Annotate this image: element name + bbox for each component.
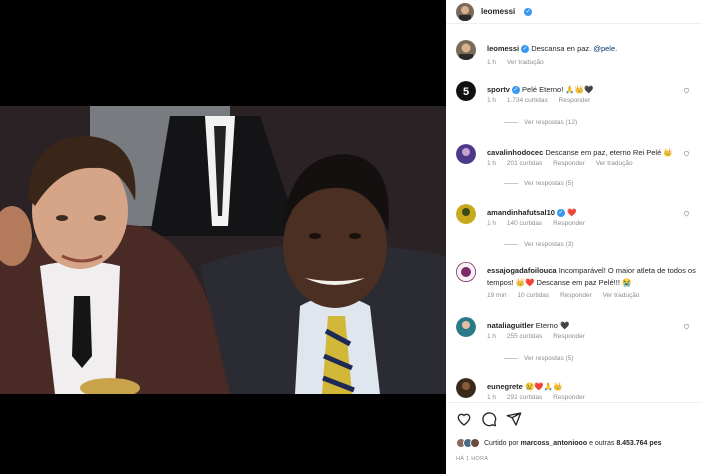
commenter-avatar[interactable] — [456, 204, 476, 224]
commenter-username[interactable]: sportv — [487, 85, 510, 94]
likes-summary[interactable]: Curtido por marcoss_antoniooo e outras 8… — [456, 436, 661, 450]
likes-count[interactable]: 201 curtidas — [507, 160, 542, 167]
reply-button[interactable]: Responder — [553, 220, 585, 227]
reply-button[interactable]: Responder — [559, 97, 591, 104]
commenter-username[interactable]: cavalinhodocec — [487, 148, 543, 157]
caption-username[interactable]: leomessi — [487, 44, 519, 53]
reply-button[interactable]: Responder — [553, 333, 585, 340]
verified-icon: ✓ — [521, 45, 530, 54]
comment-meta: 1 h 255 curtidas Responder — [487, 333, 585, 340]
comment-icon[interactable] — [481, 411, 497, 427]
translate-link[interactable]: Ver tradução — [507, 59, 544, 66]
commenter-avatar[interactable]: 5 — [456, 81, 476, 101]
liker-username[interactable]: marcoss_antoniooo — [521, 440, 588, 447]
comment-text: Incomparável! O maior atleta de todos os — [558, 266, 696, 275]
likes-count[interactable]: 1.734 curtidas — [507, 97, 548, 104]
view-replies[interactable]: Ver respostas (5) — [504, 180, 574, 187]
verified-icon: ✓ — [556, 209, 565, 218]
comment-like-icon[interactable] — [683, 210, 690, 217]
post-sidebar: leomessi ✓ leomessi ✓ Descansa en paz. @p… — [446, 0, 702, 474]
comment-like-icon[interactable] — [683, 150, 690, 157]
comment-like-icon[interactable] — [683, 87, 690, 94]
comment-like-icon[interactable] — [683, 323, 690, 330]
post-header: leomessi ✓ — [446, 0, 702, 24]
likes-count[interactable]: 10 curtidas — [517, 292, 549, 299]
heart-icon[interactable] — [456, 411, 472, 427]
comment-meta: 19 min 10 curtidas Responder Ver traduçã… — [487, 292, 640, 299]
commenter-username[interactable]: nataliaguitler — [487, 321, 534, 330]
post-timestamp: HÁ 1 HORA — [456, 456, 489, 462]
view-replies[interactable]: Ver respostas (3) — [504, 241, 574, 248]
likes-count[interactable]: 140 curtidas — [507, 220, 542, 227]
svg-text:5: 5 — [463, 86, 469, 98]
commenter-avatar[interactable] — [456, 144, 476, 164]
comment-text: ❤️ — [567, 208, 577, 217]
comment-text: Pelé Eterno! 🙏👑🖤 — [522, 85, 594, 94]
view-replies[interactable]: Ver respostas (5) — [504, 355, 574, 362]
likes-count[interactable]: 255 curtidas — [507, 333, 542, 340]
mention-link[interactable]: @pele. — [593, 44, 617, 53]
comment-meta: 1 h 140 curtidas Responder — [487, 220, 585, 227]
commenter-avatar[interactable] — [456, 262, 476, 282]
comment-text: 😢❤️🙏👑 — [524, 382, 563, 391]
commenter-username[interactable]: essajogadafoilouca — [487, 266, 557, 275]
view-replies[interactable]: Ver respostas (12) — [504, 119, 577, 126]
reply-button[interactable]: Responder — [560, 292, 592, 299]
commenter-avatar[interactable] — [456, 317, 476, 337]
commenter-avatar[interactable] — [456, 378, 476, 398]
share-icon[interactable] — [506, 411, 522, 427]
comment-meta: 1 h 291 curtidas Responder — [487, 394, 585, 401]
commenter-username[interactable]: eunegrete — [487, 382, 523, 391]
translate-link[interactable]: Ver tradução — [596, 160, 633, 167]
verified-icon: ✓ — [524, 7, 533, 16]
reply-button[interactable]: Responder — [553, 394, 585, 401]
comment-text: Eterno 🖤 — [535, 321, 570, 330]
action-bar — [446, 402, 702, 434]
comments-list[interactable]: leomessi ✓ Descansa en paz. @pele. 1 h Ve… — [446, 32, 702, 402]
liker-avatar — [470, 438, 480, 448]
post-media — [0, 0, 446, 474]
reply-button[interactable]: Responder — [553, 160, 585, 167]
likes-count[interactable]: 291 curtidas — [507, 394, 542, 401]
post-photo[interactable] — [0, 106, 446, 394]
author-username[interactable]: leomessi — [481, 7, 515, 16]
comment-meta: 1 h 1.734 curtidas Responder — [487, 97, 591, 104]
author-avatar[interactable] — [456, 40, 476, 60]
likes-total[interactable]: 8.453.764 — [616, 440, 647, 447]
translate-link[interactable]: Ver tradução — [603, 292, 640, 299]
comment-meta: 1 h 201 curtidas Responder Ver tradução — [487, 160, 633, 167]
caption-meta: 1 h Ver tradução — [487, 59, 544, 66]
comment-text: Descanse em paz, eterno Rei Pelé 👑 — [545, 148, 673, 157]
verified-icon: ✓ — [511, 86, 520, 95]
author-avatar[interactable] — [456, 2, 474, 21]
commenter-username[interactable]: amandinhafutsal10 — [487, 208, 555, 217]
comment-text-line2: tempos! 👑❤️ Descanse em paz Pelé!!! 😭 — [487, 278, 632, 287]
caption-text: leomessi ✓ Descansa en paz. @pele. — [487, 44, 618, 54]
